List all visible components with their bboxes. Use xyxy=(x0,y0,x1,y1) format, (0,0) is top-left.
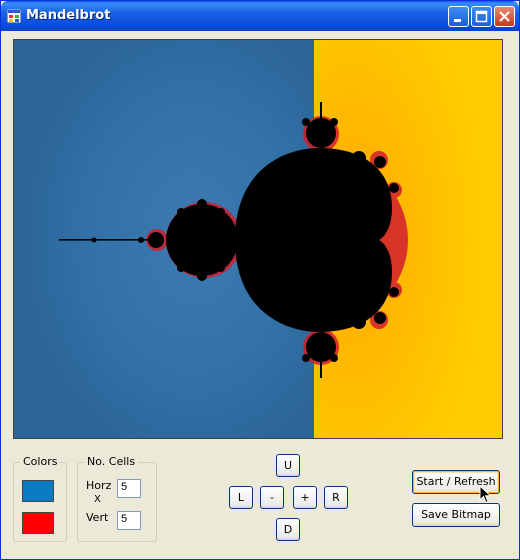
cells-group: No. Cells Horz X Vert 5 5 xyxy=(77,455,157,542)
horz-cells-input[interactable]: 5 xyxy=(117,479,141,498)
title-bar[interactable]: Mandelbrot xyxy=(1,1,519,31)
times-symbol: X xyxy=(94,494,101,505)
zoom-out-button[interactable]: - xyxy=(260,486,284,509)
pan-up-button[interactable]: U xyxy=(276,454,300,477)
mouse-cursor-icon xyxy=(479,485,492,504)
colors-group-caption: Colors xyxy=(20,455,61,468)
cells-group-caption: No. Cells xyxy=(84,455,139,468)
colors-group: Colors xyxy=(13,455,67,542)
mandelbrot-view[interactable] xyxy=(13,39,503,439)
maximize-button[interactable] xyxy=(471,6,492,27)
mandelbrot-image xyxy=(14,40,502,438)
app-window-icon xyxy=(7,9,21,23)
color-swatch-secondary[interactable] xyxy=(22,512,54,534)
main-window: Mandelbrot Colors No. Cells Horz X Vert … xyxy=(0,0,520,560)
minimize-button[interactable] xyxy=(448,6,469,27)
color-swatch-primary[interactable] xyxy=(22,480,54,502)
vert-cells-input[interactable]: 5 xyxy=(117,511,141,530)
pan-right-button[interactable]: R xyxy=(324,486,348,509)
pan-left-button[interactable]: L xyxy=(229,486,253,509)
pan-down-button[interactable]: D xyxy=(276,518,300,541)
save-bitmap-button[interactable]: Save Bitmap xyxy=(412,503,500,527)
close-icon xyxy=(499,11,510,22)
maximize-icon xyxy=(475,10,488,23)
close-button[interactable] xyxy=(494,6,515,27)
zoom-in-button[interactable]: + xyxy=(293,486,317,509)
horz-label: Horz xyxy=(86,479,112,492)
window-title: Mandelbrot xyxy=(26,8,111,23)
vert-label: Vert xyxy=(86,511,109,524)
minimize-icon xyxy=(454,19,461,22)
